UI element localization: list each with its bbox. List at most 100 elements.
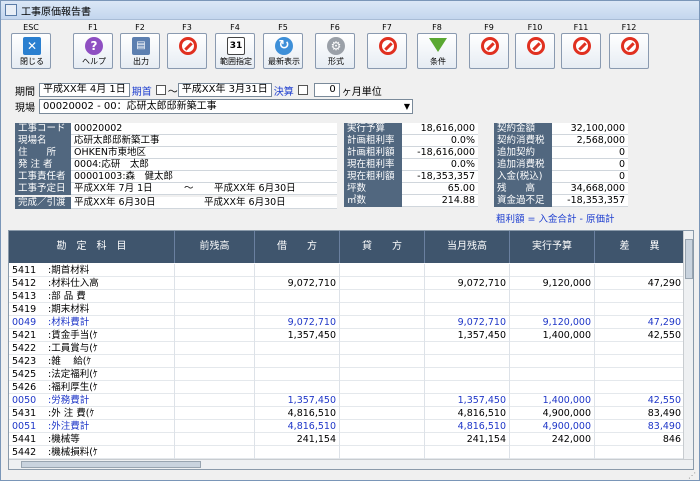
fkey-f9-button[interactable]: [469, 33, 509, 69]
amount-cell: [175, 368, 255, 381]
budget-value: 0.0%: [402, 135, 478, 147]
table-row[interactable]: 5421:賃金手当(ｹ 1,357,450 1,357,450 1,400,000 42…: [9, 329, 685, 342]
account-name: :外注費計: [48, 421, 90, 432]
table-row[interactable]: 5442:機械損料(ｹ: [9, 446, 685, 459]
budget-key: 現在粗利額: [344, 171, 402, 183]
calendar-icon[interactable]: [297, 85, 308, 95]
table-row[interactable]: 5441:機械等 241,154 241,154 242,000 846: [9, 433, 685, 446]
amount-cell: [340, 420, 425, 433]
table-row[interactable]: 5412:材料仕入高 9,072,710 9,072,710 9,120,000 47,…: [9, 277, 685, 290]
horizontal-scrollbar[interactable]: [9, 459, 693, 469]
table-row[interactable]: 5422:工員賞与(ｹ: [9, 342, 685, 355]
budget-value: 65.00: [402, 183, 478, 195]
info-value: 応研太郎邸新築工事: [71, 135, 337, 147]
fkey-f12-button[interactable]: [609, 33, 649, 69]
contract-row: 追加契約 0: [494, 147, 628, 159]
account-code: 5426: [12, 382, 37, 393]
fkey-f1-button[interactable]: ? ヘルプ: [73, 33, 113, 69]
scroll-thumb[interactable]: [685, 239, 693, 279]
fkey-esc-button[interactable]: ✕ 閉じる: [11, 33, 51, 69]
resize-grip-icon[interactable]: ⋰: [688, 471, 696, 480]
period-to-field[interactable]: 平成XX年 3月31日: [177, 83, 272, 97]
account-cell: 5425:法定福利(ｹ: [9, 368, 175, 381]
account-cell: 5421:賃金手当(ｹ: [9, 329, 175, 342]
schedule-from: 平成XX年 7月 1日: [71, 183, 181, 195]
amount-cell: 9,072,710: [425, 316, 510, 329]
amount-cell: [255, 381, 340, 394]
budget-value: -18,353,357: [402, 171, 478, 183]
table-row[interactable]: 5413 :部 品 費: [9, 290, 685, 303]
account-code: 5413: [12, 291, 37, 302]
fkey-f10-button[interactable]: [515, 33, 555, 69]
fkey-button-label: 出力: [133, 57, 149, 66]
budget-key: 計画粗利額: [344, 147, 402, 159]
amount-cell: [425, 368, 510, 381]
fkey-f6-button[interactable]: ⚙ 形式: [315, 33, 355, 69]
info-key: 発 注 者: [15, 159, 71, 171]
account-name: :福利厚生(ｹ: [48, 382, 98, 393]
scroll-thumb[interactable]: [21, 461, 201, 468]
amount-cell: [175, 303, 255, 316]
amount-cell: [175, 433, 255, 446]
fkey-esc: ESC ✕ 閉じる: [9, 21, 53, 71]
amount-cell: [255, 355, 340, 368]
chevron-down-icon[interactable]: ▼: [404, 100, 410, 113]
fkey-button-label: 範囲指定: [220, 57, 252, 66]
table-row[interactable]: 5425:法定福利(ｹ: [9, 368, 685, 381]
table-row[interactable]: 5419:期末材料: [9, 303, 685, 316]
fkey-f4-button[interactable]: 31 範囲指定: [215, 33, 255, 69]
amount-cell: 9,072,710: [425, 277, 510, 290]
fkey-button-label: 閉じる: [20, 57, 44, 66]
account-cell: 5412:材料仕入高: [9, 277, 175, 290]
table-row[interactable]: 0049:材料費計 9,072,710 9,072,710 9,120,000 47,2…: [9, 316, 685, 329]
fiscal-end-link[interactable]: 決算: [274, 83, 294, 98]
account-cell: 5441:機械等: [9, 433, 175, 446]
table-row[interactable]: 0050:労務費計 1,357,450 1,357,450 1,400,000 42,5…: [9, 394, 685, 407]
amount-cell: 241,154: [255, 433, 340, 446]
fkey-f2-button[interactable]: ▤ 出力: [120, 33, 160, 69]
budget-value: 214.88: [402, 195, 478, 207]
fkey-f7-button[interactable]: [367, 33, 407, 69]
amount-cell: [340, 290, 425, 303]
vertical-scrollbar[interactable]: [683, 231, 693, 469]
fkey-f5-button[interactable]: ↻ 最新表示: [263, 33, 303, 69]
fkey-f3-button[interactable]: [167, 33, 207, 69]
table-row[interactable]: 5411:期首材料: [9, 264, 685, 277]
amount-cell: [340, 329, 425, 342]
site-select[interactable]: 00020002 - 00：応研太郎邸新築工事 ▼: [39, 98, 413, 114]
table-row[interactable]: 5431:外 注 費(ｹ 4,816,510 4,816,510 4,900,000 8…: [9, 407, 685, 420]
account-code: 5425: [12, 369, 37, 380]
account-name: :部 品 費: [48, 291, 86, 302]
contract-row: 残 高 34,668,000: [494, 183, 628, 195]
account-name: :機械損料(ｹ: [48, 447, 98, 458]
calendar-icon[interactable]: [155, 85, 166, 95]
fkey-f8-button[interactable]: 条件: [417, 33, 457, 69]
refresh-icon: ↻: [275, 37, 293, 55]
amount-cell: 4,816,510: [255, 407, 340, 420]
month-unit-stepper[interactable]: 0: [313, 83, 340, 97]
amount-cell: 47,290: [595, 277, 685, 290]
fkey-f8: F8 条件: [415, 21, 459, 71]
disabled-icon: [481, 37, 499, 55]
info-row: 現場名 応研太郎邸新築工事: [15, 135, 337, 147]
budget-row: ㎡数 214.88: [344, 195, 478, 207]
fkey-f6: F6 ⚙ 形式: [313, 21, 357, 71]
fkey-f11-button[interactable]: [561, 33, 601, 69]
account-cell: 5413 :部 品 費: [9, 290, 175, 303]
info-value: 00001003:森 健太郎: [71, 171, 337, 183]
table-row[interactable]: 5423:雑 給(ｹ: [9, 355, 685, 368]
amount-cell: [175, 277, 255, 290]
amount-cell: [340, 368, 425, 381]
account-cell: 0051:外注費計: [9, 420, 175, 433]
account-code: 5441: [12, 434, 37, 445]
fiscal-start-link[interactable]: 期首: [132, 83, 152, 98]
table-row[interactable]: 5426 :福利厚生(ｹ: [9, 381, 685, 394]
amount-cell: [595, 290, 685, 303]
month-unit-label: ヶ月単位: [341, 86, 382, 98]
fkey-button-label: 最新表示: [268, 57, 300, 66]
account-code: 5431: [12, 408, 37, 419]
budget-key: 実行予算: [344, 123, 402, 135]
period-from-field[interactable]: 平成XX年 4月 1日: [39, 83, 130, 97]
help-icon: ?: [85, 37, 103, 55]
table-row[interactable]: 0051:外注費計 4,816,510 4,816,510 4,900,000 83,4…: [9, 420, 685, 433]
